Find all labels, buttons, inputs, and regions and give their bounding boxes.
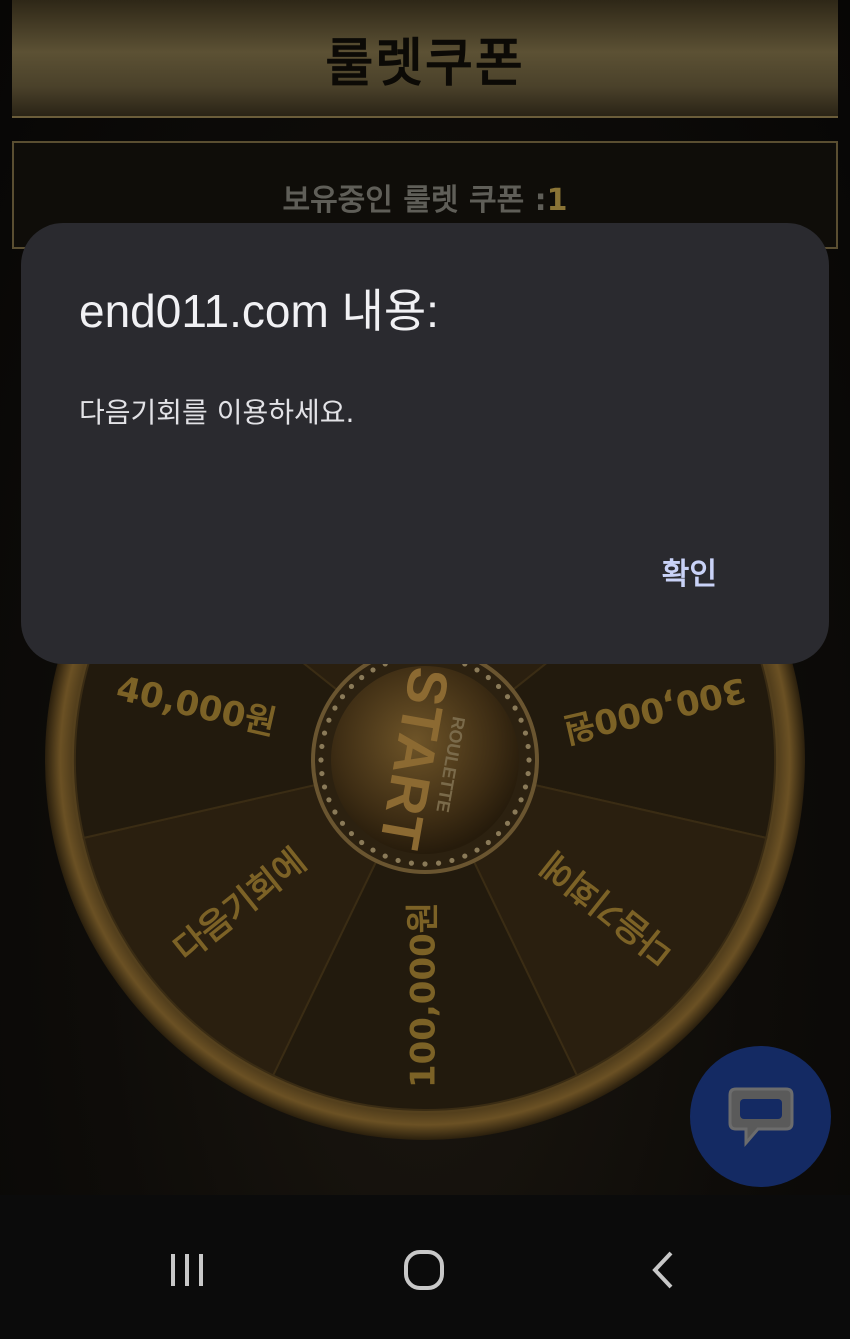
dialog-title: end011.com 내용:	[79, 285, 439, 337]
home-button[interactable]	[389, 1235, 459, 1305]
confirm-button[interactable]: 확인	[662, 549, 717, 593]
home-icon	[404, 1250, 444, 1290]
system-navigation-bar	[0, 1195, 850, 1339]
back-button[interactable]	[628, 1235, 698, 1305]
recents-icon	[171, 1254, 203, 1286]
recents-button[interactable]	[152, 1235, 222, 1305]
back-icon	[652, 1251, 673, 1289]
dialog-message: 다음기회를 이용하세요.	[79, 396, 355, 429]
dialog-overlay: end011.com 내용: 다음기회를 이용하세요. 확인	[0, 0, 850, 1195]
alert-dialog: end011.com 내용: 다음기회를 이용하세요. 확인	[21, 223, 829, 664]
